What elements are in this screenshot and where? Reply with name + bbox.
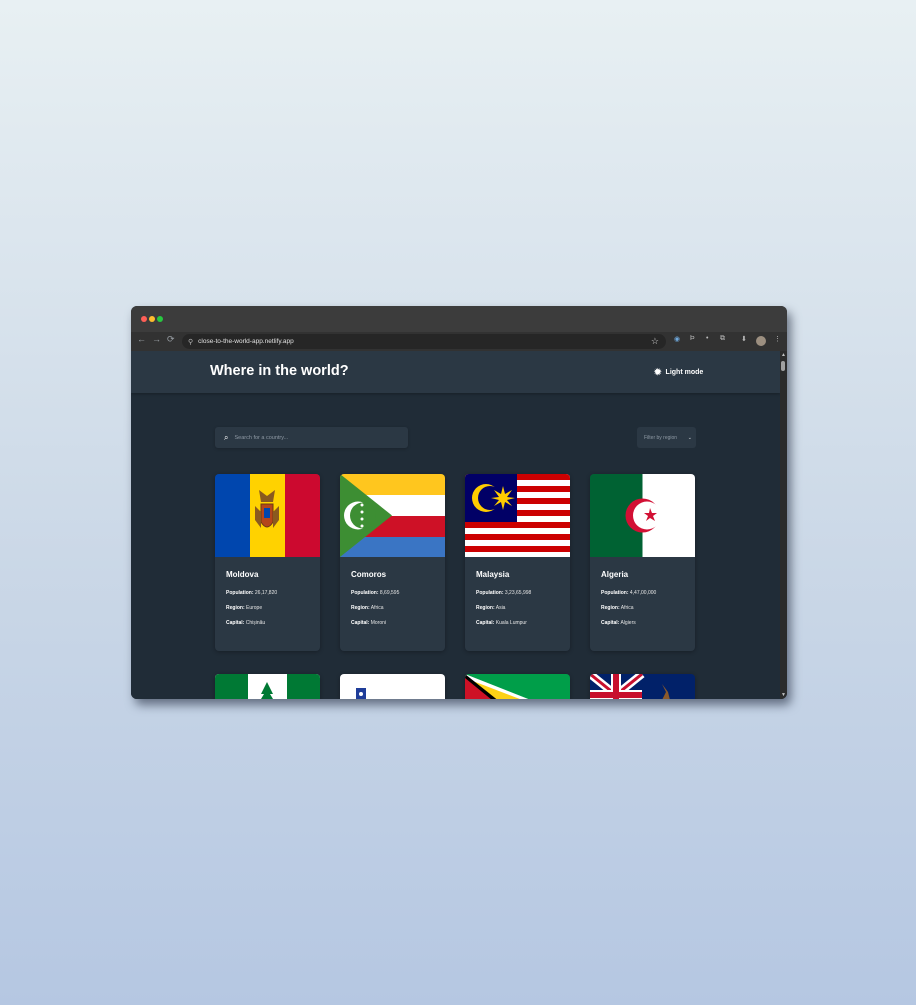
title-bar: [131, 306, 787, 332]
comoros-flag: [340, 474, 445, 557]
population-stat: Population: 4,47,00,000: [601, 590, 656, 596]
scroll-thumb[interactable]: [781, 361, 785, 371]
search-icon: ⌕: [224, 432, 229, 442]
country-card[interactable]: [465, 674, 570, 699]
region-label: Region:: [351, 605, 370, 611]
extensions-puzzle-icon[interactable]: ⧉: [720, 335, 725, 343]
region-stat: Region: Africa: [351, 605, 384, 611]
search-input[interactable]: ⌕ Search for a country...: [215, 427, 408, 448]
country-name: Malaysia: [476, 570, 510, 579]
extension-icon[interactable]: •: [706, 335, 708, 342]
population-value: 4,47,00,000: [629, 590, 657, 596]
page-viewport: Where in the world? ✹ Light mode ⌕ Searc…: [131, 351, 780, 699]
population-label: Population:: [476, 590, 504, 596]
browser-window: ← → ⟳ ⚲ close-to-the-world-app.netlify.a…: [131, 306, 787, 699]
population-stat: Population: 8,69,595: [351, 590, 399, 596]
search-placeholder: Search for a country...: [234, 434, 289, 441]
url-text: close-to-the-world-app.netlify.app: [198, 338, 294, 345]
region-label: Region:: [226, 605, 245, 611]
south-georgia-flag: [590, 674, 695, 699]
back-arrow-icon[interactable]: ←: [137, 334, 146, 344]
population-value: 3,23,65,998: [504, 590, 532, 596]
browser-menu-icon[interactable]: ⋮: [774, 335, 781, 343]
region-value: Asia: [495, 605, 506, 611]
capital-stat: Capital: Chișinău: [226, 620, 265, 626]
region-value: Africa: [620, 605, 634, 611]
download-icon[interactable]: ⬇: [741, 335, 747, 343]
theme-toggle-label: Light mode: [665, 369, 704, 376]
capital-stat: Capital: Moroni: [351, 620, 386, 626]
algeria-flag: [590, 474, 695, 557]
guyana-flag: [465, 674, 570, 699]
browser-toolbar: ← → ⟳ ⚲ close-to-the-world-app.netlify.a…: [131, 332, 787, 351]
country-card[interactable]: [215, 674, 320, 699]
page-title: Where in the world?: [210, 363, 349, 379]
moldova-flag: [215, 474, 320, 557]
minimize-window-button[interactable]: [149, 316, 155, 322]
capital-value: Chișinău: [245, 620, 266, 626]
country-flag: [340, 674, 445, 699]
country-name: Comoros: [351, 570, 387, 579]
capital-stat: Capital: Kuala Lumpur: [476, 620, 527, 626]
forward-arrow-icon[interactable]: →: [152, 334, 161, 344]
country-card[interactable]: Malaysia Population: 3,23,65,998 Region:…: [465, 474, 570, 651]
extension-icon[interactable]: ◉: [674, 335, 680, 343]
population-label: Population:: [351, 590, 379, 596]
theme-toggle-button[interactable]: ✹ Light mode: [654, 367, 703, 378]
site-header: Where in the world? ✹ Light mode: [131, 351, 780, 393]
address-bar[interactable]: ⚲ close-to-the-world-app.netlify.app ☆: [182, 334, 666, 349]
capital-stat: Capital: Algiers: [601, 620, 636, 626]
profile-avatar[interactable]: [756, 336, 766, 346]
scroll-up-icon[interactable]: ▲: [781, 352, 786, 358]
capital-label: Capital:: [601, 620, 620, 626]
country-card[interactable]: Comoros Population: 8,69,595 Region: Afr…: [340, 474, 445, 651]
close-window-button[interactable]: [141, 316, 147, 322]
country-card[interactable]: Algeria Population: 4,47,00,000 Region: …: [590, 474, 695, 651]
malaysia-flag: [465, 474, 570, 557]
site-info-icon[interactable]: ⚲: [188, 338, 193, 346]
capital-value: Algiers: [620, 620, 636, 626]
maximize-window-button[interactable]: [157, 316, 163, 322]
population-label: Population:: [226, 590, 254, 596]
norfolk-island-flag: [215, 674, 320, 699]
region-stat: Region: Asia: [476, 605, 505, 611]
sun-icon: ✹: [654, 367, 662, 377]
region-value: Europe: [246, 605, 263, 611]
scrollbar[interactable]: ▲ ▼: [780, 351, 787, 699]
region-stat: Region: Africa: [601, 605, 634, 611]
region-stat: Region: Europe: [226, 605, 262, 611]
capital-label: Capital:: [226, 620, 245, 626]
capital-value: Kuala Lumpur: [495, 620, 527, 626]
scroll-down-icon[interactable]: ▼: [781, 692, 786, 698]
capital-value: Moroni: [370, 620, 387, 626]
country-name: Moldova: [226, 570, 259, 579]
extension-icon[interactable]: Þ: [690, 335, 695, 342]
population-stat: Population: 26,17,820: [226, 590, 277, 596]
reload-icon[interactable]: ⟳: [167, 334, 175, 345]
chevron-down-icon: ⌄: [687, 434, 692, 441]
region-label: Region:: [476, 605, 495, 611]
country-card[interactable]: Moldova Population: 26,17,820 Region: Eu…: [215, 474, 320, 651]
population-label: Population:: [601, 590, 629, 596]
bookmark-star-icon[interactable]: ☆: [651, 336, 659, 347]
population-value: 8,69,595: [379, 590, 400, 596]
region-filter-dropdown[interactable]: Filter by region ⌄: [637, 427, 696, 448]
region-label: Region:: [601, 605, 620, 611]
country-card[interactable]: [340, 674, 445, 699]
capital-label: Capital:: [351, 620, 370, 626]
population-stat: Population: 3,23,65,998: [476, 590, 531, 596]
country-card[interactable]: [590, 674, 695, 699]
country-name: Algeria: [601, 570, 629, 579]
capital-label: Capital:: [476, 620, 495, 626]
region-value: Africa: [370, 605, 384, 611]
population-value: 26,17,820: [254, 590, 278, 596]
filter-label: Filter by region: [644, 434, 678, 441]
